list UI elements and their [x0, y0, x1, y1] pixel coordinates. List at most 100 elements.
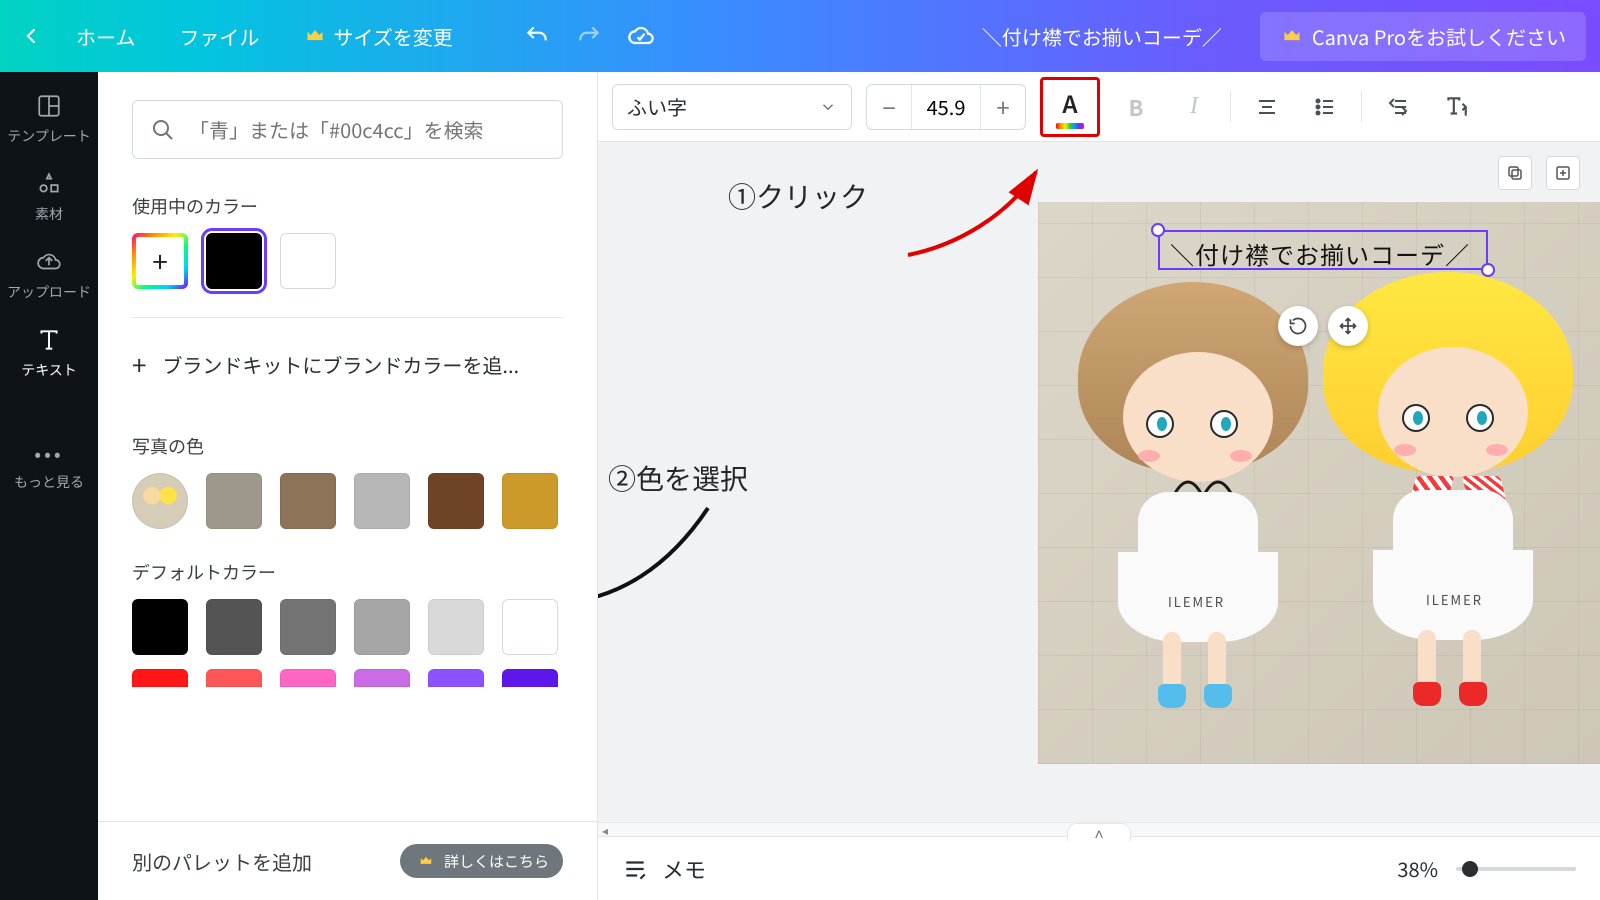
home-menu[interactable]: ホーム [58, 14, 153, 59]
zoom-value[interactable]: 38% [1397, 854, 1438, 883]
selection-box[interactable]: ＼付け襟でお揃いコーデ／ [1158, 230, 1488, 270]
text-color-button[interactable]: A [1045, 82, 1095, 132]
zoom-thumb[interactable] [1462, 861, 1478, 877]
size-decrease[interactable]: − [867, 85, 911, 129]
undo-button[interactable] [515, 14, 559, 58]
color-search[interactable] [132, 100, 563, 159]
color-strip-icon [1056, 123, 1084, 129]
color-swatch[interactable] [354, 669, 410, 687]
footer-expand-button[interactable]: ˄ [1067, 823, 1131, 841]
templates-icon [35, 92, 63, 120]
notes-button[interactable]: メモ [622, 853, 706, 885]
color-swatch[interactable] [132, 669, 188, 687]
color-swatch[interactable] [354, 473, 410, 529]
default-color-row2 [132, 669, 563, 687]
resize-label: サイズを変更 [333, 22, 452, 51]
design-page[interactable]: ILEMER [1038, 202, 1600, 764]
color-swatch[interactable] [280, 233, 336, 289]
chevron-down-icon [819, 98, 837, 116]
selection-handle[interactable] [1151, 223, 1165, 237]
color-swatch[interactable] [206, 473, 262, 529]
top-menu-bar: ホーム ファイル サイズを変更 ＼付け襟でお揃いコーデ／ Canva Proをお… [0, 0, 1600, 72]
color-swatch[interactable] [428, 473, 484, 529]
color-swatch[interactable] [206, 233, 262, 289]
color-swatch[interactable] [280, 473, 336, 529]
color-swatch[interactable] [132, 599, 188, 655]
font-select[interactable]: ふい字 [612, 84, 852, 130]
learn-more-pill[interactable]: 詳しくはこちら [400, 844, 563, 878]
scroll-left-icon[interactable]: ◂ [602, 823, 614, 837]
plus-icon: + [132, 346, 146, 383]
try-pro-label: Canva Proをお試しください [1312, 22, 1566, 51]
rotate-button[interactable] [1278, 306, 1318, 346]
bold-button[interactable]: B [1114, 85, 1158, 129]
move-button[interactable] [1328, 306, 1368, 346]
add-page-button[interactable] [1546, 156, 1580, 190]
elements-icon [35, 170, 63, 198]
annotation-arrow-black [598, 498, 728, 618]
panel-footer: 別のパレットを追加 詳しくはこちら [98, 821, 597, 900]
rail-label: アップロード [7, 282, 91, 302]
doll-tag: ILEMER [1426, 590, 1483, 609]
rail-more[interactable]: ••• もっと見る [0, 424, 98, 502]
rail-label: テンプレート [7, 126, 91, 146]
vertical-text-button[interactable] [1434, 85, 1478, 129]
upload-icon [35, 248, 63, 276]
duplicate-page-button[interactable] [1498, 156, 1532, 190]
color-swatch[interactable] [206, 669, 262, 687]
context-toolbar: ふい字 − 45.9 + A B I [598, 72, 1600, 142]
rail-uploads[interactable]: アップロード [0, 234, 98, 312]
color-swatch[interactable] [428, 669, 484, 687]
italic-button[interactable]: I [1172, 85, 1216, 129]
doll-tag: ILEMER [1168, 592, 1225, 611]
crown-icon [303, 24, 327, 48]
canvas-text[interactable]: ＼付け襟でお揃いコーデ／ [1164, 234, 1476, 273]
size-increase[interactable]: + [981, 85, 1025, 129]
redo-button[interactable] [567, 14, 611, 58]
divider [1230, 91, 1231, 123]
list-button[interactable] [1303, 85, 1347, 129]
color-swatch[interactable] [502, 473, 558, 529]
canvas-viewport[interactable]: ①クリック ②色を選択 [598, 142, 1600, 822]
brand-add-label: ブランドキットにブランドカラーを追... [162, 350, 519, 379]
document-title[interactable]: ＼付け襟でお揃いコーデ／ [982, 22, 1222, 51]
section-in-use: 使用中のカラー [132, 193, 563, 219]
cloud-sync-icon[interactable] [619, 14, 663, 58]
editor-footer: ˄ メモ 38% [598, 836, 1600, 900]
annotation-highlight: A [1040, 77, 1100, 137]
rail-text[interactable]: テキスト [0, 312, 98, 390]
photo-thumb[interactable] [132, 473, 188, 529]
color-swatch[interactable] [354, 599, 410, 655]
divider [1361, 91, 1362, 123]
text-icon [35, 326, 63, 354]
color-swatch[interactable] [428, 599, 484, 655]
add-color-swatch[interactable]: + [132, 233, 188, 289]
add-brand-color[interactable]: + ブランドキットにブランドカラーを追... [132, 318, 563, 411]
color-swatch[interactable] [502, 599, 558, 655]
resize-menu[interactable]: サイズを変更 [285, 14, 470, 59]
annotation-text-2: ②色を選択 [608, 458, 748, 498]
rail-templates[interactable]: テンプレート [0, 78, 98, 156]
color-swatch[interactable] [206, 599, 262, 655]
rail-label: もっと見る [14, 472, 84, 492]
annotation-arrow-red [898, 160, 1048, 270]
spacing-button[interactable] [1376, 85, 1420, 129]
in-use-swatches: + [132, 233, 563, 289]
file-menu[interactable]: ファイル [161, 14, 277, 59]
crown-icon [414, 849, 438, 873]
color-search-input[interactable] [189, 115, 544, 144]
try-pro-button[interactable]: Canva Proをお試しください [1260, 12, 1586, 61]
color-swatch[interactable] [280, 669, 336, 687]
selection-handle[interactable] [1481, 263, 1495, 277]
add-palette-label[interactable]: 別のパレットを追加 [132, 847, 312, 876]
text-color-a-icon: A [1062, 85, 1077, 120]
color-panel: 使用中のカラー + + ブランドキットにブランドカラーを追... 写真の色 デフ… [98, 72, 598, 900]
back-button[interactable] [14, 18, 50, 54]
color-swatch[interactable] [280, 599, 336, 655]
section-default-colors: デフォルトカラー [132, 559, 563, 585]
rail-elements[interactable]: 素材 [0, 156, 98, 234]
color-swatch[interactable] [502, 669, 558, 687]
align-button[interactable] [1245, 85, 1289, 129]
zoom-slider[interactable] [1456, 867, 1576, 871]
size-value[interactable]: 45.9 [911, 85, 981, 129]
